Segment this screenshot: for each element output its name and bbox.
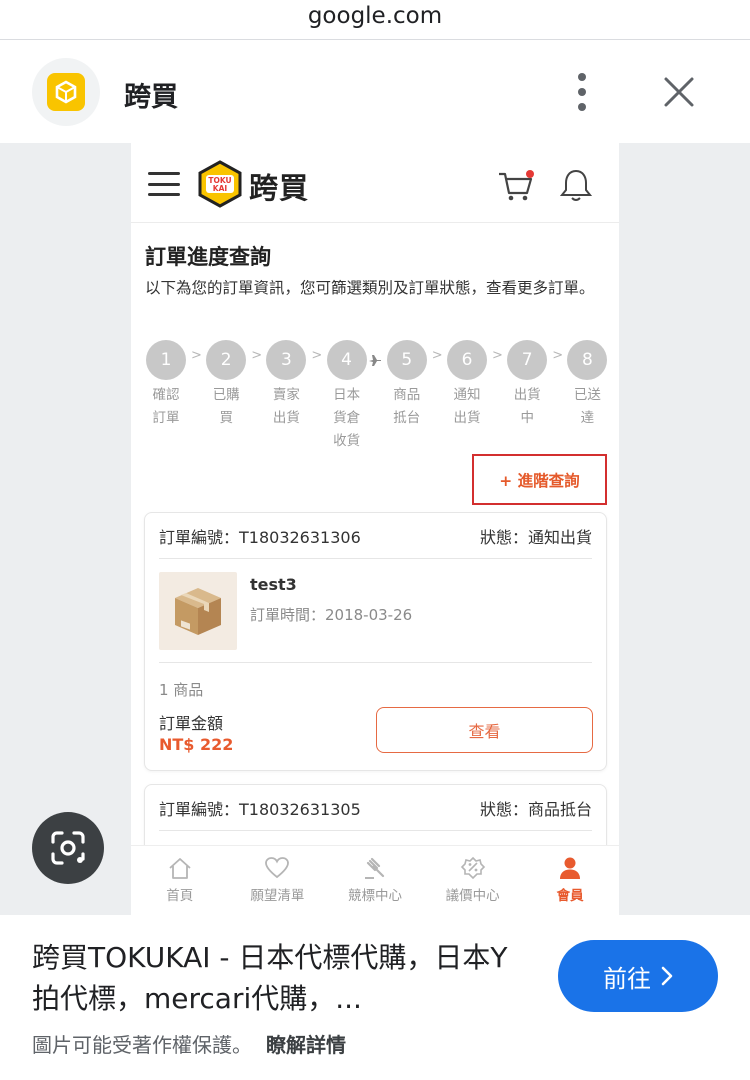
step-label: 已購 買 bbox=[212, 387, 240, 426]
lens-search-button[interactable] bbox=[32, 812, 104, 884]
menu-icon[interactable] bbox=[148, 172, 180, 196]
step-number: 1 bbox=[146, 340, 186, 380]
step-number: 7 bbox=[507, 340, 548, 380]
domain-text: google.com bbox=[307, 2, 443, 29]
domain-bar: google.com bbox=[0, 0, 750, 40]
step-arrow-icon: > bbox=[492, 348, 503, 363]
order-time: 訂單時間：2018-03-26 bbox=[250, 606, 413, 624]
step-label: 確認 訂單 bbox=[152, 387, 180, 426]
brand-text: 跨買 bbox=[249, 171, 310, 205]
order-number: 訂單編號：T18032631305 bbox=[159, 799, 361, 819]
step-label: 商品 抵台 bbox=[393, 387, 421, 426]
learn-more-link[interactable]: 瞭解詳情 bbox=[266, 1033, 346, 1057]
bell-icon[interactable] bbox=[556, 165, 596, 205]
copyright-text: 圖片可能受著作權保護。 bbox=[32, 1033, 252, 1057]
tokukai-logo-icon: TOKU KAI bbox=[198, 160, 242, 208]
svg-text:KAI: KAI bbox=[213, 184, 228, 193]
cart-icon[interactable] bbox=[496, 165, 536, 205]
nav-item-bargain[interactable]: 議價中心 bbox=[424, 846, 522, 915]
nav-label: 競標中心 bbox=[347, 888, 402, 904]
view-order-button[interactable]: 查看 bbox=[376, 707, 593, 753]
app-screenshot: TOKU KAI 跨買 訂單進度查詢 以下為您的訂單資訊，您可篩選類別及訂單狀態… bbox=[131, 143, 619, 915]
progress-step: 5 商品 抵台 bbox=[383, 340, 431, 430]
step-number: 5 bbox=[386, 340, 427, 380]
step-number: 4 bbox=[326, 340, 367, 380]
page-description: 以下為您的訂單資訊，您可篩選類別及訂單狀態，查看更多訂單。 bbox=[145, 279, 595, 297]
order-number: 訂單編號：T18032631306 bbox=[159, 527, 361, 547]
nav-item-member[interactable]: 會員 bbox=[521, 846, 619, 915]
nav-label: 會員 bbox=[556, 888, 584, 904]
step-arrow-icon: > bbox=[431, 348, 443, 363]
step-label: 日本 貨倉 收貨 bbox=[333, 387, 361, 449]
progress-step: 4 日本 貨倉 收貨 bbox=[323, 340, 371, 453]
product-thumbnail[interactable] bbox=[159, 572, 237, 650]
order-card-header: 訂單編號：T18032631305 狀態：商品抵台 bbox=[159, 785, 592, 831]
nav-item-wishlist[interactable]: 願望清單 bbox=[229, 846, 327, 915]
step-label: 出貨 中 bbox=[513, 387, 541, 426]
nav-label: 首頁 bbox=[166, 888, 194, 904]
step-arrow-icon: > bbox=[251, 348, 263, 363]
more-options-icon[interactable] bbox=[566, 69, 598, 115]
progress-step: 8 已送 達 bbox=[563, 340, 611, 430]
nav-label: 議價中心 bbox=[445, 888, 500, 904]
nav-item-home[interactable]: 首頁 bbox=[131, 846, 229, 915]
visit-label: 前往 bbox=[603, 964, 651, 993]
home-icon bbox=[169, 858, 191, 879]
lens-icon bbox=[51, 831, 85, 865]
order-status: 狀態：通知出貨 bbox=[479, 527, 592, 547]
page-title: 訂單進度查詢 bbox=[145, 245, 271, 269]
amount-value: NT$ 222 bbox=[159, 735, 234, 754]
step-number: 6 bbox=[447, 340, 487, 380]
step-number: 8 bbox=[567, 340, 608, 380]
nav-item-auction[interactable]: 競標中心 bbox=[326, 846, 424, 915]
step-arrow-icon: > bbox=[552, 348, 564, 363]
step-label: 通知 出貨 bbox=[453, 387, 481, 426]
site-name: 跨買 bbox=[124, 82, 178, 113]
progress-step: 1 確認 訂單 bbox=[142, 340, 190, 430]
bottom-nav: 首頁 願望清單 競標中心 議價中心 會員 bbox=[131, 845, 619, 915]
visit-button[interactable]: 前往 bbox=[558, 940, 718, 1012]
close-icon[interactable] bbox=[658, 71, 700, 113]
order-status: 狀態：商品抵台 bbox=[479, 799, 592, 819]
step-label: 已送 達 bbox=[573, 387, 601, 426]
discount-tag-icon bbox=[460, 856, 485, 880]
divider bbox=[159, 662, 592, 663]
item-count: 1 商品 bbox=[159, 681, 204, 699]
nav-label: 願望清單 bbox=[250, 888, 305, 904]
step-arrow-icon: > bbox=[311, 348, 323, 363]
copyright-notice: 圖片可能受著作權保護。 瞭解詳情 bbox=[32, 1029, 346, 1058]
step-number: 3 bbox=[266, 340, 307, 380]
order-card-header: 訂單編號：T18032631306 狀態：通知出貨 bbox=[159, 513, 592, 559]
result-image[interactable]: TOKU KAI 跨買 訂單進度查詢 以下為您的訂單資訊，您可篩選類別及訂單狀態… bbox=[0, 143, 750, 915]
step-number: 2 bbox=[206, 340, 247, 380]
airplane-icon bbox=[368, 355, 381, 366]
advanced-search-button[interactable]: + 進階查詢 bbox=[472, 454, 607, 505]
site-header: 跨買 bbox=[0, 41, 750, 143]
chevron-right-icon bbox=[661, 966, 673, 986]
heart-icon bbox=[265, 857, 290, 879]
progress-step: 3 賣家 出貨 bbox=[262, 340, 310, 430]
progress-step: 6 通知 出貨 bbox=[443, 340, 491, 430]
order-card: 訂單編號：T18032631306 狀態：通知出貨 test3 訂單時間：201… bbox=[144, 512, 607, 771]
progress-step: 2 已購 買 bbox=[202, 340, 250, 430]
product-name: test3 bbox=[250, 575, 297, 594]
amount-label: 訂單金額 bbox=[159, 714, 224, 733]
gavel-icon bbox=[364, 857, 385, 879]
result-title-link[interactable]: 跨買TOKUKAI - 日本代標代購，日本Y拍代標，mercari代購，... bbox=[32, 937, 532, 1019]
step-arrow-icon: > bbox=[191, 348, 202, 363]
progress-step: 7 出貨 中 bbox=[503, 340, 551, 430]
step-label: 賣家 出貨 bbox=[272, 387, 300, 426]
site-favicon-icon bbox=[32, 58, 100, 126]
user-icon bbox=[560, 857, 581, 879]
package-box-icon bbox=[175, 588, 221, 635]
app-header: TOKU KAI 跨買 bbox=[131, 143, 619, 223]
